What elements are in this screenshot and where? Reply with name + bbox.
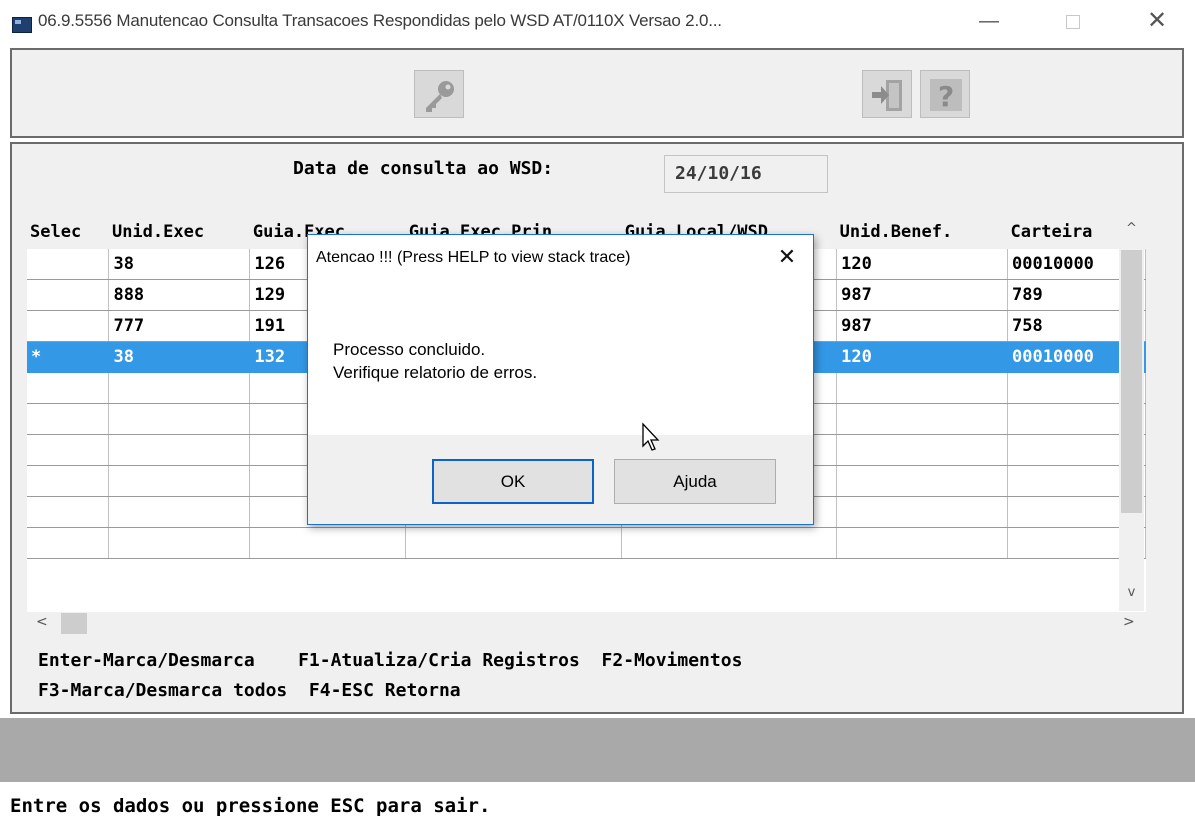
cell-selec[interactable] bbox=[27, 496, 110, 528]
minimize-button[interactable]: — bbox=[966, 4, 1012, 38]
cell-selec[interactable] bbox=[27, 465, 110, 497]
window-title-bar: 06.9.5556 Manutencao Consulta Transacoes… bbox=[0, 0, 1195, 44]
cell-unid-exec[interactable] bbox=[108, 403, 251, 435]
cell-selec[interactable] bbox=[27, 310, 110, 342]
cell-unid-exec[interactable] bbox=[108, 527, 251, 559]
col-header-unid-exec[interactable]: Unid.Exec bbox=[108, 215, 250, 249]
maximize-button[interactable] bbox=[1050, 4, 1096, 38]
dialog-button-area: OK Ajuda bbox=[308, 435, 813, 524]
cell-guia-exec[interactable] bbox=[249, 527, 407, 559]
cell-unid-benef[interactable] bbox=[836, 434, 1009, 466]
dialog-close-button[interactable]: ✕ bbox=[772, 243, 802, 271]
horizontal-scroll-thumb[interactable] bbox=[61, 613, 87, 634]
cell-unid-benef[interactable] bbox=[836, 403, 1009, 435]
cell-unid-benef[interactable] bbox=[836, 527, 1009, 559]
cell-selec[interactable] bbox=[27, 249, 110, 280]
vertical-scrollbar[interactable]: ^ v bbox=[1119, 215, 1144, 611]
cell-unid-benef[interactable]: 987 bbox=[836, 310, 1009, 342]
dialog-message: Processo concluido. Verifique relatorio … bbox=[333, 338, 537, 384]
dialog-title: Atencao !!! (Press HELP to view stack tr… bbox=[316, 249, 631, 266]
scroll-left-arrow[interactable]: < bbox=[36, 614, 48, 630]
cell-guia-local[interactable] bbox=[621, 527, 838, 559]
cell-unid-benef[interactable]: 120 bbox=[836, 341, 1009, 373]
close-window-button[interactable]: ✕ bbox=[1134, 4, 1180, 38]
key-icon bbox=[426, 81, 454, 112]
cell-unid-exec[interactable]: 777 bbox=[108, 310, 251, 342]
dialog-message-line-1: Processo concluido. bbox=[333, 340, 486, 359]
vertical-scroll-thumb[interactable] bbox=[1121, 250, 1142, 513]
exit-door-icon bbox=[872, 80, 902, 111]
key-help-line-2: F3-Marca/Desmarca todos F4-ESC Retorna bbox=[38, 680, 461, 701]
maximize-icon bbox=[1066, 14, 1080, 29]
cell-unid-benef[interactable] bbox=[836, 465, 1009, 497]
ajuda-button[interactable]: Ajuda bbox=[614, 459, 776, 504]
cell-selec[interactable]: * bbox=[27, 341, 110, 373]
cell-selec[interactable] bbox=[27, 279, 110, 311]
message-bar bbox=[0, 718, 1195, 782]
app-icon bbox=[12, 17, 32, 33]
cell-unid-exec[interactable] bbox=[108, 465, 251, 497]
toolbar: ? bbox=[10, 48, 1184, 138]
empty-table-row[interactable] bbox=[27, 527, 1146, 559]
key-button[interactable] bbox=[414, 70, 464, 118]
cell-unid-benef[interactable] bbox=[836, 372, 1009, 404]
horizontal-scrollbar[interactable]: < > bbox=[27, 612, 1144, 635]
cell-unid-benef[interactable]: 987 bbox=[836, 279, 1009, 311]
cell-guia-exec-prin[interactable] bbox=[405, 527, 623, 559]
cell-unid-exec[interactable]: 38 bbox=[108, 249, 251, 280]
scroll-right-arrow[interactable]: > bbox=[1123, 614, 1135, 630]
dialog-message-line-2: Verifique relatorio de erros. bbox=[333, 363, 538, 382]
exit-button[interactable] bbox=[862, 70, 912, 118]
cell-unid-benef[interactable]: 120 bbox=[836, 249, 1009, 280]
cell-unid-benef[interactable] bbox=[836, 496, 1009, 528]
cell-unid-exec[interactable]: 888 bbox=[108, 279, 251, 311]
mouse-cursor-icon bbox=[642, 422, 660, 451]
cell-unid-exec[interactable] bbox=[108, 372, 251, 404]
cell-unid-exec[interactable]: 38 bbox=[108, 341, 251, 373]
help-question-icon: ? bbox=[930, 79, 962, 113]
col-header-unid-benef[interactable]: Unid.Benef. bbox=[836, 215, 1008, 249]
col-header-selec[interactable]: Selec bbox=[27, 215, 109, 249]
alert-dialog: Atencao !!! (Press HELP to view stack tr… bbox=[307, 234, 814, 525]
cell-selec[interactable] bbox=[27, 434, 110, 466]
status-line: Entre os dados ou pressione ESC para sai… bbox=[10, 795, 491, 817]
svg-text:?: ? bbox=[938, 80, 954, 113]
cell-unid-exec[interactable] bbox=[108, 434, 251, 466]
cell-unid-exec[interactable] bbox=[108, 496, 251, 528]
cell-selec[interactable] bbox=[27, 527, 110, 559]
ok-button[interactable]: OK bbox=[432, 459, 594, 504]
window-title: 06.9.5556 Manutencao Consulta Transacoes… bbox=[38, 11, 722, 30]
scroll-up-arrow[interactable]: ^ bbox=[1119, 221, 1144, 236]
scroll-down-arrow[interactable]: v bbox=[1119, 585, 1144, 600]
date-label: Data de consulta ao WSD: bbox=[293, 158, 554, 179]
key-help-line-1: Enter-Marca/Desmarca F1-Atualiza/Cria Re… bbox=[38, 650, 743, 671]
date-field[interactable]: 24/10/16 bbox=[664, 155, 828, 193]
cell-selec[interactable] bbox=[27, 372, 110, 404]
cell-selec[interactable] bbox=[27, 403, 110, 435]
help-button[interactable]: ? bbox=[920, 70, 970, 118]
